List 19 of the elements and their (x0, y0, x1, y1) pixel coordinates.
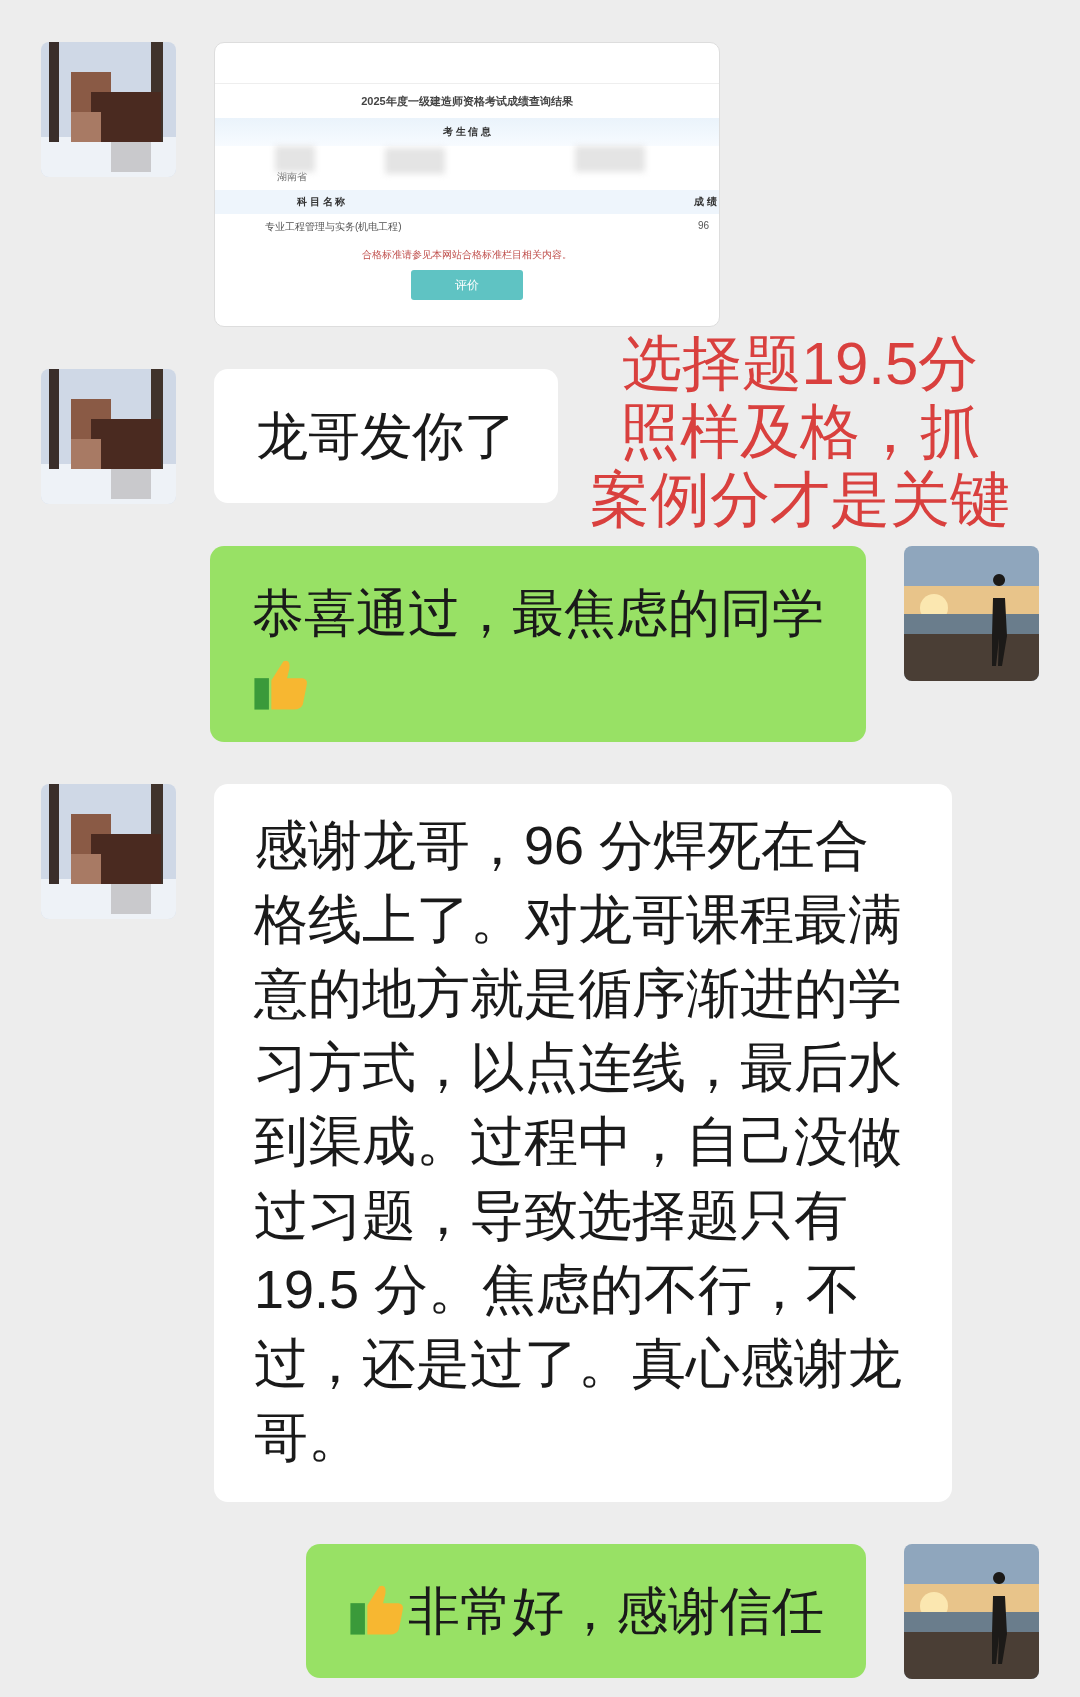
screenshot-card[interactable]: 2025年度一级建造师资格考试成绩查询结果 考 生 信 息 湖南省 科 目 名 称 成 绩 专业工程管理与实务(机电工程) 96 合格标准请参见本网站合格标准栏目相关内容。 评价 (214, 42, 720, 327)
blurred-field (575, 146, 645, 172)
caption-text: 选择题19.5分 (620, 330, 980, 398)
message-text: 恭喜通过，最焦虑的同学 (252, 584, 824, 642)
caption-text: 案例分才是关键 (590, 466, 1010, 534)
result-title: 2025年度一级建造师资格考试成绩查询结果 (360, 94, 574, 109)
blurred-field (385, 148, 445, 174)
column-header: 成 绩 (694, 195, 718, 209)
blurred-field (275, 146, 315, 172)
section-heading: 考 生 信 息 (215, 118, 719, 146)
notice-text: 合格标准请参见本网站合格标准栏目相关内容。 (361, 248, 573, 262)
table-cell-text: 96 (697, 220, 710, 233)
column-header: 科 目 名 称 (296, 195, 346, 209)
message-text: 龙哥发你了 (256, 407, 516, 465)
message-text: 感谢龙哥，96 分焊死在合格线上了。对龙哥课程最满意的地方就是循序渐进的学习方式，以点连线，最后水到渠成。过程中，自己没做过习题，导致选择题只有19.5 分。焦虑的不行，不过，还是过了。真心感谢龙哥。 (254, 815, 902, 1467)
table-cell-text: 专业工程管理与实务(机电工程) (264, 220, 402, 234)
caption-text: 照样及格，抓 (619, 398, 981, 466)
message-text: 非常好，感谢信任 (408, 1582, 824, 1640)
province-text: 湖南省 (276, 170, 308, 184)
